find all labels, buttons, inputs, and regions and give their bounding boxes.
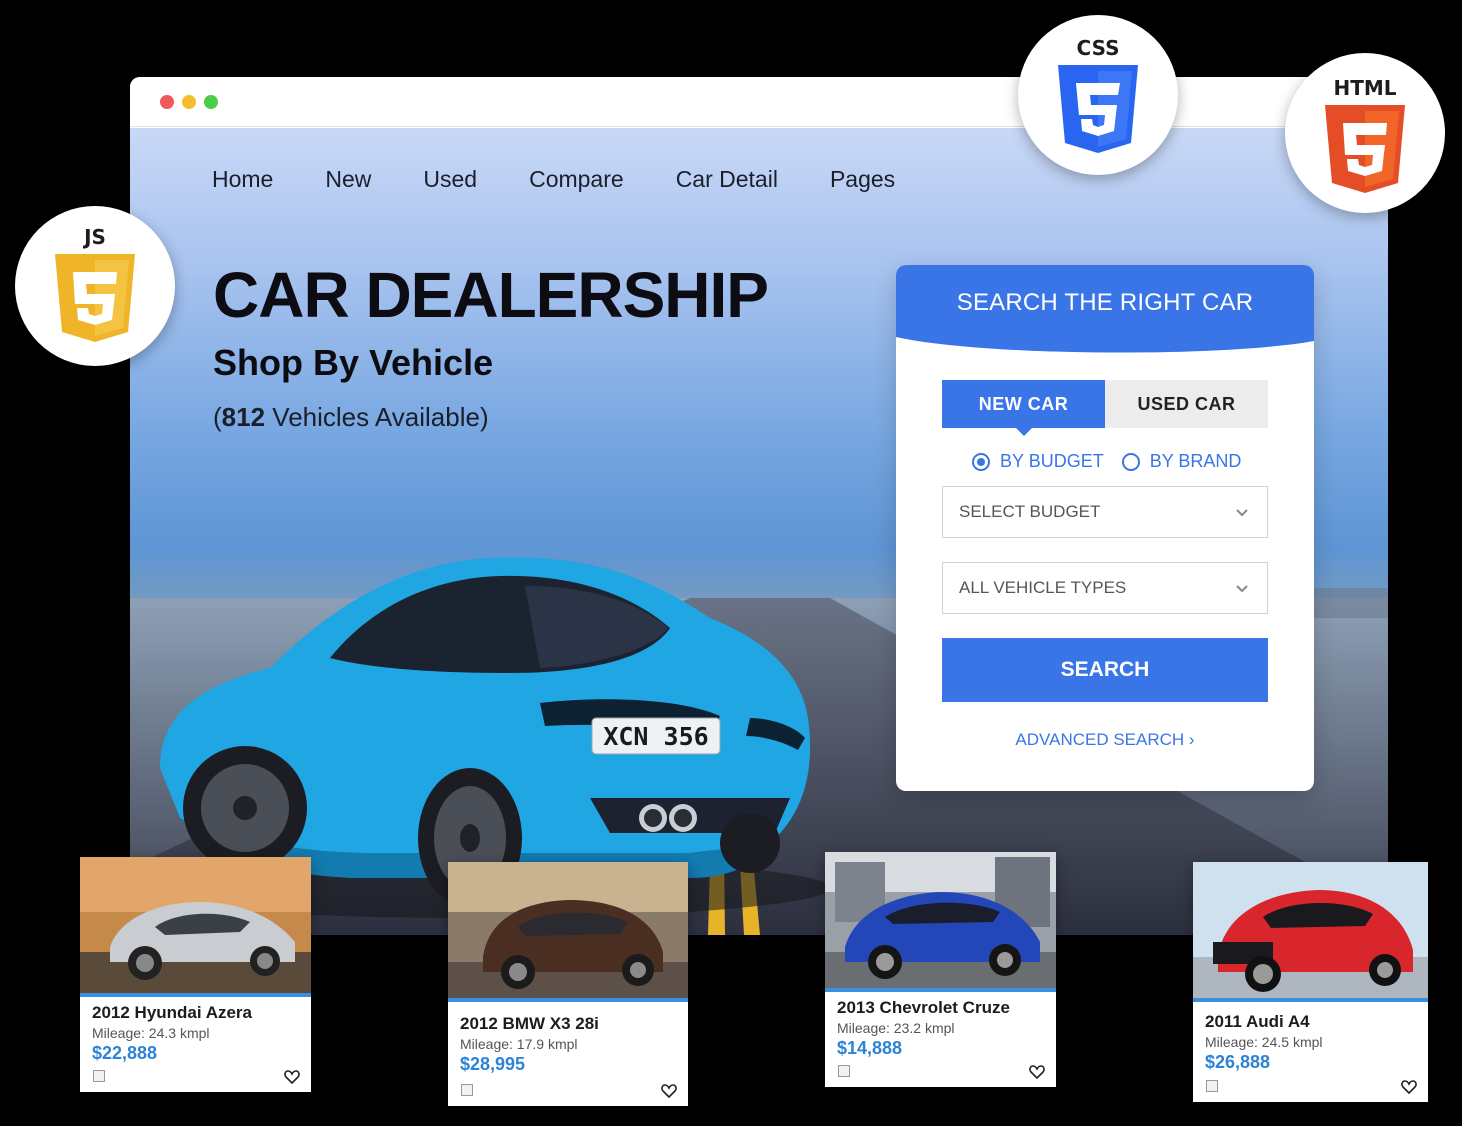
minimize-window-dot[interactable] [182, 95, 196, 109]
html-badge-label: HTML [1333, 76, 1396, 100]
search-mode-radios: BY BUDGET BY BRAND [972, 451, 1259, 472]
listing-photo [448, 862, 688, 998]
js-badge: JS [15, 206, 175, 366]
radio-unchecked-icon [1121, 452, 1140, 471]
listing-mileage: Mileage: 24.5 kmpl [1205, 1034, 1323, 1050]
js-logo-icon: JS [55, 225, 135, 342]
listing-accent-bar [825, 988, 1056, 992]
hero-section: Home New Used Compare Car Detail Pages C… [130, 128, 1388, 935]
radio-by-budget-label: BY BUDGET [1000, 451, 1104, 471]
nav-compare[interactable]: Compare [529, 166, 624, 193]
html5-logo-icon: HTML [1325, 76, 1405, 193]
tab-new-car[interactable]: NEW CAR [942, 380, 1105, 436]
heart-icon[interactable] [661, 1084, 677, 1098]
listing-mileage: Mileage: 24.3 kmpl [92, 1025, 210, 1041]
hero-title: CAR DEALERSHIP [213, 259, 769, 331]
listing-card[interactable]: 2012 BMW X3 28i Mileage: 17.9 kmpl $28,9… [448, 862, 688, 1106]
nav-new[interactable]: New [325, 166, 371, 193]
listing-accent-bar [448, 998, 688, 1002]
search-button[interactable]: SEARCH [942, 638, 1268, 702]
listing-photo [1193, 862, 1428, 998]
compare-checkbox[interactable] [1206, 1080, 1218, 1092]
browser-titlebar [130, 77, 1388, 127]
listing-title: 2012 BMW X3 28i [460, 1014, 599, 1033]
radio-by-brand-label: BY BRAND [1149, 451, 1242, 471]
budget-select-value: SELECT BUDGET [959, 502, 1101, 521]
heart-icon[interactable] [1029, 1065, 1045, 1079]
css-badge-label: CSS [1077, 36, 1120, 60]
nav-car-detail[interactable]: Car Detail [676, 166, 778, 193]
car-type-tabs: NEW CAR USED CAR [942, 380, 1268, 436]
vehicle-type-select[interactable]: ALL VEHICLE TYPES [942, 562, 1268, 614]
listing-accent-bar [1193, 998, 1428, 1002]
listing-price: $14,888 [837, 1038, 903, 1058]
listing-photo [825, 852, 1056, 988]
js-badge-label: JS [82, 225, 106, 249]
budget-select[interactable]: SELECT BUDGET [942, 486, 1268, 538]
chevron-down-icon [1236, 509, 1248, 517]
html-badge: HTML [1285, 53, 1445, 213]
heart-icon[interactable] [1401, 1080, 1417, 1094]
css-badge: CSS [1018, 15, 1178, 175]
listing-card[interactable]: 2013 Chevrolet Cruze Mileage: 23.2 kmpl … [825, 852, 1056, 1087]
listing-price: $28,995 [460, 1054, 526, 1074]
radio-by-budget[interactable]: BY BUDGET [972, 451, 1104, 472]
listing-title: 2011 Audi A4 [1205, 1012, 1310, 1031]
listing-price: $22,888 [92, 1043, 158, 1063]
listing-title: 2012 Hyundai Azera [92, 1003, 252, 1022]
vehicle-count: (812 Vehicles Available) [213, 402, 489, 433]
count-text: Vehicles Available) [265, 402, 489, 432]
advanced-search-link[interactable]: ADVANCED SEARCH › [896, 730, 1314, 750]
close-window-dot[interactable] [160, 95, 174, 109]
main-nav: Home New Used Compare Car Detail Pages [212, 166, 947, 193]
search-panel-title: SEARCH THE RIGHT CAR [956, 289, 1254, 316]
compare-checkbox[interactable] [461, 1084, 473, 1096]
heart-icon[interactable] [284, 1070, 300, 1084]
nav-pages[interactable]: Pages [830, 166, 895, 193]
radio-by-brand[interactable]: BY BRAND [1121, 451, 1242, 472]
compare-checkbox[interactable] [93, 1070, 105, 1082]
search-panel-header: SEARCH THE RIGHT CAR [896, 265, 1314, 357]
license-plate: XCN 356 [603, 722, 708, 751]
chevron-down-icon [1236, 585, 1248, 593]
tab-used-car[interactable]: USED CAR [1105, 380, 1268, 428]
css3-logo-icon: CSS [1058, 36, 1138, 153]
count-open: ( [213, 402, 222, 432]
listing-title: 2013 Chevrolet Cruze [837, 998, 1010, 1017]
listing-photo [80, 857, 311, 993]
listing-accent-bar [80, 993, 311, 997]
vehicle-type-select-value: ALL VEHICLE TYPES [959, 578, 1127, 597]
radio-checked-icon [972, 452, 990, 471]
nav-home[interactable]: Home [212, 166, 273, 193]
hero-subtitle: Shop By Vehicle [213, 342, 494, 383]
listing-mileage: Mileage: 17.9 kmpl [460, 1036, 578, 1052]
nav-used[interactable]: Used [423, 166, 477, 193]
compare-checkbox[interactable] [838, 1065, 850, 1077]
search-panel: SEARCH THE RIGHT CAR NEW CAR USED CAR BY… [896, 265, 1314, 791]
count-number: 812 [221, 402, 266, 432]
listing-card[interactable]: 2012 Hyundai Azera Mileage: 24.3 kmpl $2… [80, 857, 311, 1092]
browser-window: Home New Used Compare Car Detail Pages C… [130, 77, 1388, 935]
listing-price: $26,888 [1205, 1052, 1271, 1072]
maximize-window-dot[interactable] [204, 95, 218, 109]
listing-card[interactable]: 2011 Audi A4 Mileage: 24.5 kmpl $26,888 [1193, 862, 1428, 1102]
listing-mileage: Mileage: 23.2 kmpl [837, 1020, 955, 1036]
